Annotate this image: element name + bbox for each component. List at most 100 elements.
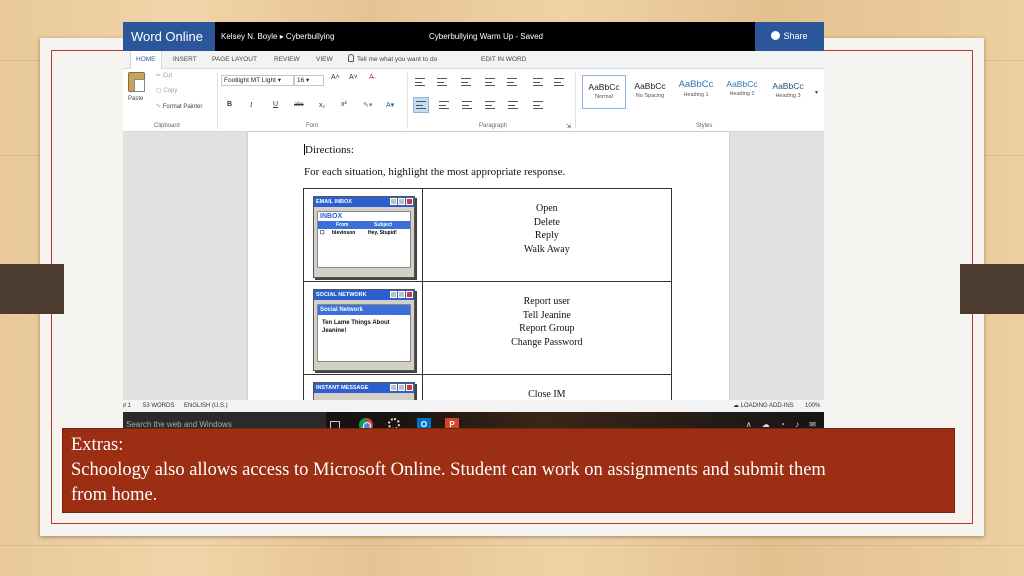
align-left-icon[interactable] [416,101,426,109]
email-cell: EMAIL INBOX INBOX From Subject ☐ blevinson… [303,188,423,282]
inbox-title: INBOX [320,213,343,220]
right-tab-decoration [960,264,1024,314]
brush-icon: ✎ [156,104,163,110]
grow-font-icon[interactable]: A˄ [331,74,340,81]
style-heading-3[interactable]: AaBbCc Heading 3 [766,75,810,109]
font-name-select[interactable]: Footlight MT Light ▾ [221,75,294,86]
window-title: EMAIL INBOX [316,199,352,205]
email-options: Open Delete Reply Walk Away [421,188,673,282]
style-name: Heading 1 [683,92,709,98]
left-tab-decoration [0,264,64,314]
styles-group-label: Styles [696,123,713,129]
align-center-icon[interactable] [439,101,449,109]
sender: blevinson [332,230,356,236]
paragraph-group-label: Paragraph [479,123,508,129]
format-painter-label: Format Painter [162,104,203,110]
subject: Hey, Stupid! [368,230,397,236]
strikethrough-button[interactable]: abc [294,102,304,108]
social-header: Social Network [318,305,410,315]
numbering-icon[interactable] [437,78,447,86]
social-post: Ten Lame Things About Jeanine! [322,320,390,334]
app-name[interactable]: Word Online [123,22,215,51]
tab-page-layout[interactable]: PAGE LAYOUT [212,51,257,69]
table-row: SOCIAL NETWORK Social Network Ten Lame T… [303,281,673,375]
paragraph-spacing-icon[interactable] [533,101,543,109]
ltr-icon[interactable] [533,78,543,86]
italic-button[interactable]: I [250,101,252,109]
style-normal[interactable]: AaBbCc Normal [582,75,626,109]
style-sample: AaBbCc [634,81,666,91]
situations-table: EMAIL INBOX INBOX From Subject ☐ blevinson… [303,188,673,438]
shrink-font-icon[interactable]: A˅ [349,74,358,81]
zoom-level[interactable]: 100% [805,400,820,412]
tab-review[interactable]: REVIEW [274,51,300,69]
email-window-image: EMAIL INBOX INBOX From Subject ☐ blevinson… [313,196,415,278]
font-color-icon[interactable]: A▾ [386,101,394,109]
option-delete[interactable]: Delete [423,216,671,230]
option-walk-away[interactable]: Walk Away [423,243,671,257]
tab-insert[interactable]: INSERT [173,51,197,69]
multilevel-list-icon[interactable] [461,78,471,86]
style-name: Normal [595,94,613,100]
increase-indent-icon[interactable] [507,78,517,86]
paste-icon[interactable] [128,72,145,92]
tell-me-text: Tell me what you want to do [357,56,438,63]
style-sample: AaBbCc [588,82,620,92]
clipboard-group-label: Clipboard [154,123,180,129]
paste-button[interactable]: Paste [128,96,143,102]
option-tell-jeanine[interactable]: Tell Jeanine [423,309,671,323]
font-group-label: Font [306,123,319,129]
font-name-value: Footlight MT Light [224,77,276,84]
word-count: 53 WORDS [143,403,175,409]
ribbon: Paste ✂ Cut ▢ Copy ✎ Format Painter Clip… [123,69,824,132]
style-sample: AaBbCc [726,79,758,89]
bullets-icon[interactable] [415,78,425,86]
option-open[interactable]: Open [423,202,671,216]
style-name: Heading 3 [775,93,801,99]
copy-button[interactable]: ▢ Copy [156,87,177,94]
style-heading-1[interactable]: AaBbCc Heading 1 [674,75,718,109]
user-icon [771,31,781,40]
line-spacing-icon[interactable] [508,101,518,109]
tab-view[interactable]: VIEW [316,51,333,69]
style-no-spacing[interactable]: AaBbCc No Spacing [628,75,672,109]
font-size-select[interactable]: 16 ▾ [294,75,324,86]
breadcrumb[interactable]: Kelsey N. Boyle ▸ Cyberbullying [221,22,334,51]
underline-button[interactable]: U [273,101,278,108]
clear-format-icon[interactable]: A̶ [369,74,374,81]
tab-home[interactable]: HOME [130,51,162,69]
tell-me-box[interactable]: Tell me what you want to do [348,51,437,69]
justify-icon[interactable] [485,101,495,109]
highlight-color-icon[interactable]: ✎▾ [363,101,372,109]
document-page[interactable]: Directions: For each situation, highligh… [248,132,729,438]
edit-in-word-button[interactable]: EDIT IN WORD [481,51,526,69]
caption-box: Extras: Schoology also allows access to … [62,428,955,513]
styles-more-icon[interactable]: ▾ [815,89,818,96]
cut-button[interactable]: ✂ Cut [156,72,172,79]
copy-label: Copy [163,88,178,94]
format-painter-button[interactable]: ✎ Format Painter [156,103,202,110]
separator [217,73,218,129]
language-indicator[interactable]: ENGLISH (U.S.) [184,400,228,412]
decrease-indent-icon[interactable] [485,78,495,86]
superscript-button[interactable]: x² [341,101,347,108]
share-button[interactable]: Share [755,22,824,51]
option-reply[interactable]: Reply [423,229,671,243]
show-marks-icon[interactable] [554,78,564,86]
paragraph-launcher-icon[interactable]: ⇲ [566,123,571,130]
table-row: EMAIL INBOX INBOX From Subject ☐ blevinson… [303,188,673,282]
bold-button[interactable]: B [227,101,232,108]
separator [575,73,576,129]
social-options: Report user Tell Jeanine Report Group Ch… [421,281,673,375]
subscript-button[interactable]: x₂ [319,102,325,109]
status-bar: ♯ 1 53 WORDS ENGLISH (U.S.) ☁ LOADING AD… [123,400,824,412]
scissors-icon: ✂ [156,73,163,79]
align-right-icon[interactable] [462,101,472,109]
option-report-user[interactable]: Report user [423,295,671,309]
option-report-group[interactable]: Report Group [423,322,671,336]
style-heading-2[interactable]: AaBbCc Heading 2 [720,75,764,109]
ribbon-tabs: HOME INSERT PAGE LAYOUT REVIEW VIEW Tell… [123,51,824,69]
addins-status: ☁ LOADING ADD-INS [733,403,794,409]
option-change-password[interactable]: Change Password [423,336,671,350]
directions-heading: Directions: [304,144,354,156]
